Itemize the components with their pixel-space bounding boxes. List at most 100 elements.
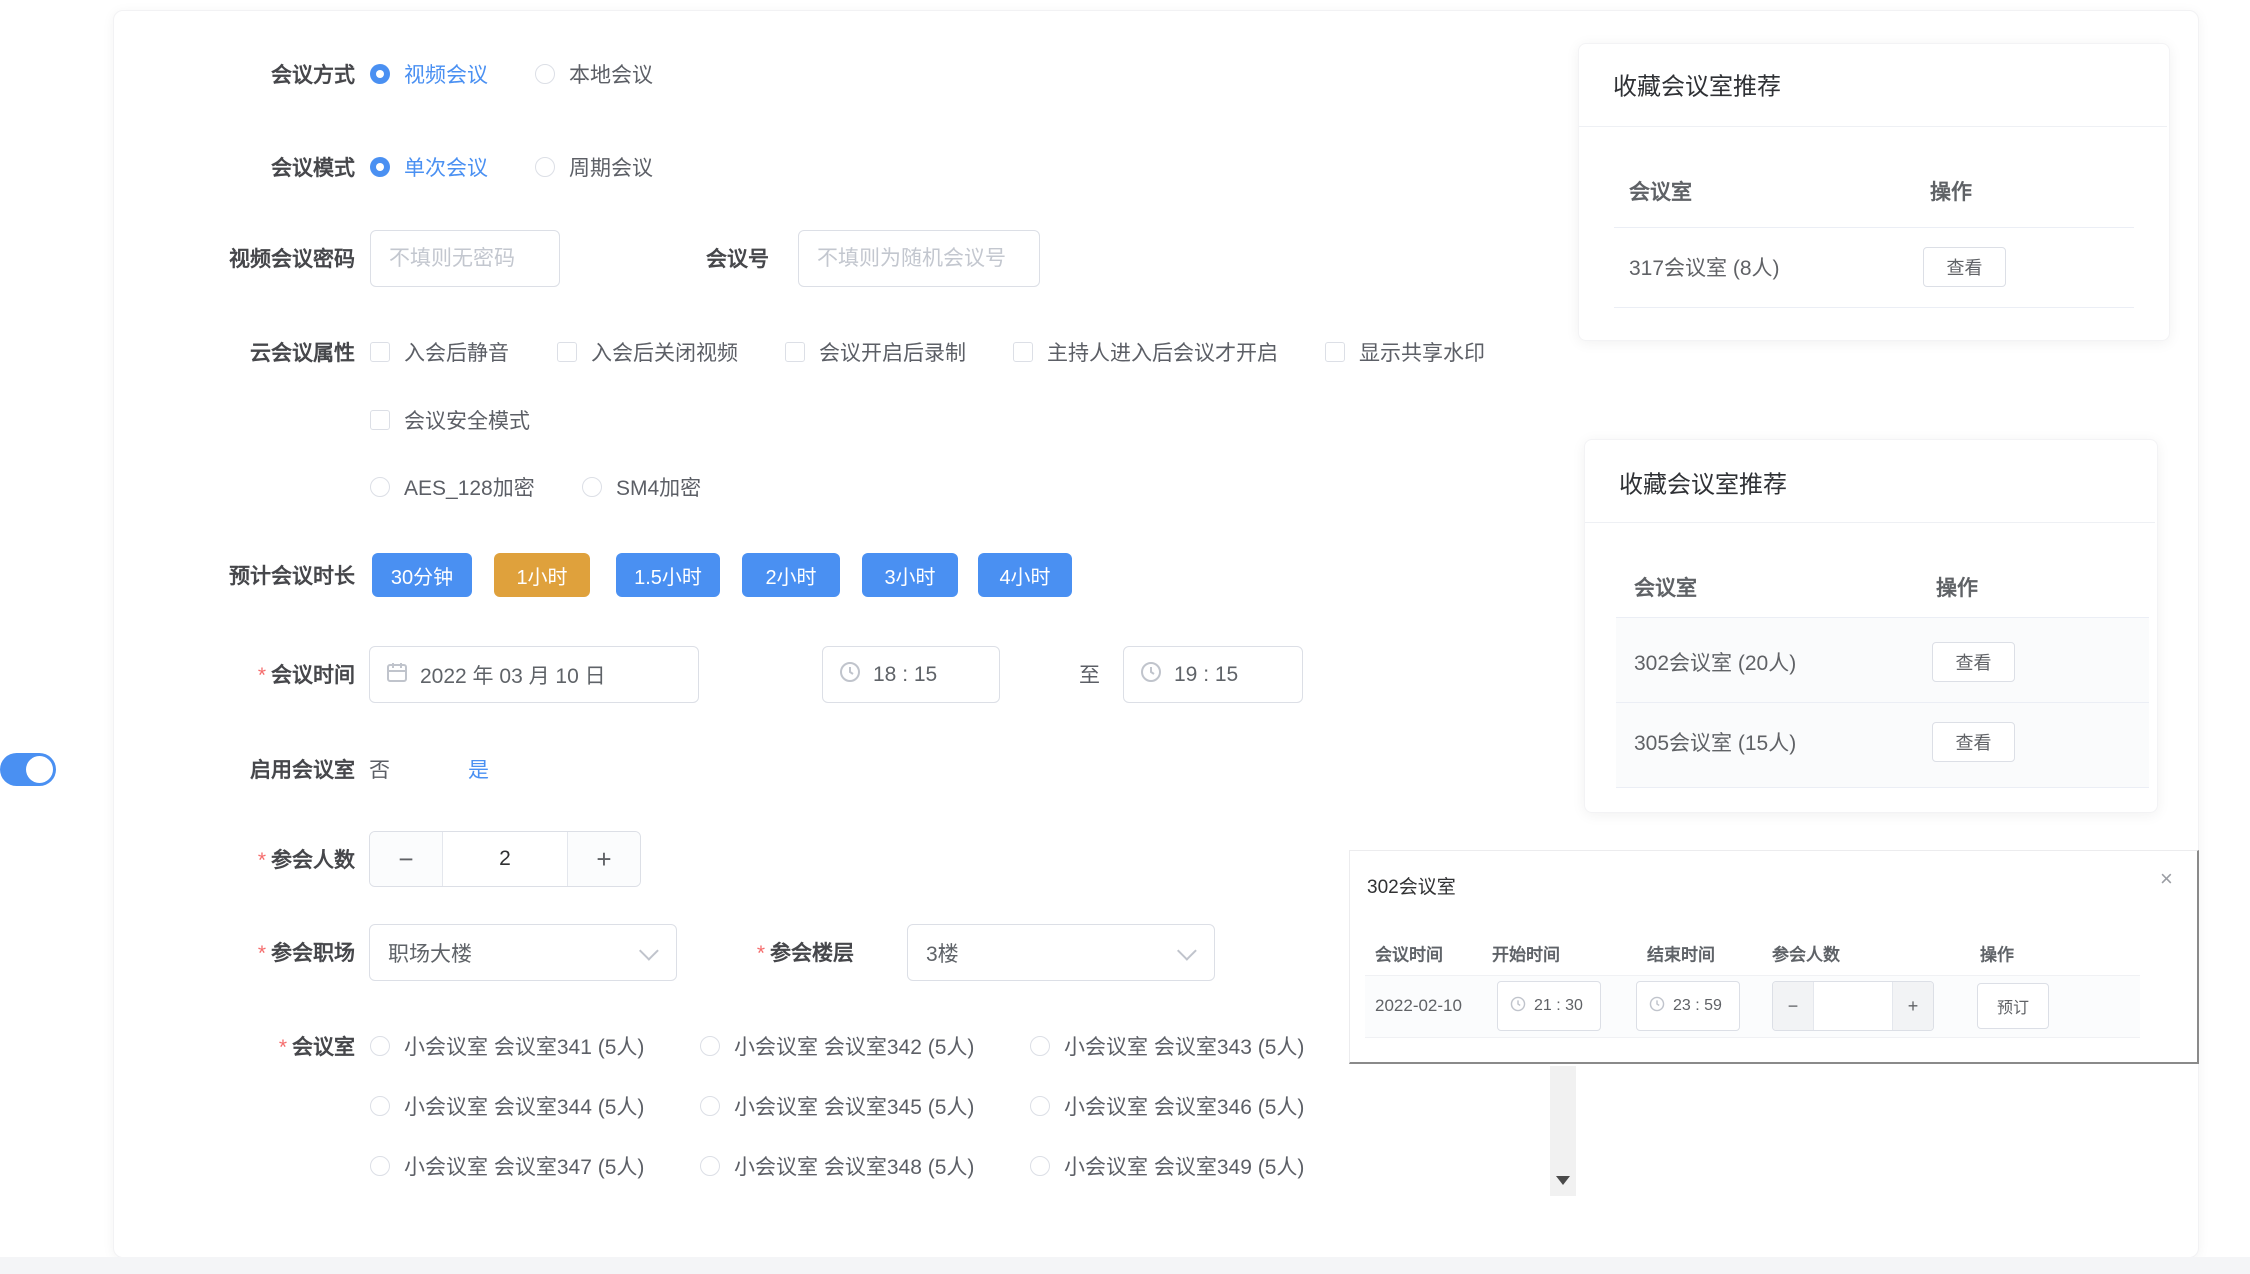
meeting-no-input[interactable]	[798, 230, 1040, 287]
radio-icon[interactable]	[1030, 1156, 1050, 1176]
scrollbar-track[interactable]	[1550, 1066, 1576, 1196]
radio-single-meeting[interactable]: 单次会议	[370, 152, 488, 182]
duration-3h-button[interactable]: 3小时	[862, 553, 958, 597]
radio-aes128[interactable]: AES_128加密	[370, 472, 535, 502]
radio-room-342[interactable]: 小会议室 会议室342 (5人)	[700, 1031, 974, 1061]
radio-icon[interactable]	[535, 157, 555, 177]
radio-room-346[interactable]: 小会议室 会议室346 (5人)	[1030, 1091, 1304, 1121]
checkbox-icon[interactable]	[1013, 342, 1033, 362]
checkbox-icon[interactable]	[370, 410, 390, 430]
radio-icon[interactable]	[370, 477, 390, 497]
checkbox-safe-mode[interactable]: 会议安全模式	[370, 405, 530, 435]
required-mark: *	[258, 942, 266, 965]
duration-label: 预计会议时长	[229, 560, 355, 590]
divider	[1579, 126, 2167, 127]
radio-cycle-meeting[interactable]: 周期会议	[535, 152, 653, 182]
meeting-mode-label: 会议模式	[271, 152, 355, 182]
radio-selected-icon[interactable]	[370, 157, 390, 177]
radio-room-345[interactable]: 小会议室 会议室345 (5人)	[700, 1091, 974, 1121]
divider	[1616, 787, 2149, 788]
workplace-value: 职场大楼	[388, 938, 472, 968]
radio-icon[interactable]	[1030, 1096, 1050, 1116]
duration-2h-button[interactable]: 2小时	[742, 553, 840, 597]
duration-4h-button[interactable]: 4小时	[978, 553, 1072, 597]
popup-attendees-input[interactable]	[1814, 981, 1892, 1031]
video-password-input[interactable]	[370, 230, 560, 287]
favorites-top-room-317: 317会议室 (8人)	[1629, 252, 1780, 282]
divider	[1614, 307, 2134, 308]
radio-local-meeting[interactable]: 本地会议	[535, 59, 653, 89]
radio-icon[interactable]	[700, 1156, 720, 1176]
radio-icon[interactable]	[582, 477, 602, 497]
calendar-icon	[386, 661, 408, 689]
view-room-305-button[interactable]: 查看	[1932, 722, 2015, 762]
popup-attendees-minus-button[interactable]: −	[1773, 982, 1814, 1030]
attendees-count-value[interactable]: 2	[443, 832, 567, 886]
checkbox-icon[interactable]	[370, 342, 390, 362]
checkbox-label: 入会后关闭视频	[591, 337, 738, 367]
meeting-time-label-text: 会议时间	[271, 664, 355, 687]
radio-icon[interactable]	[1030, 1036, 1050, 1056]
required-mark: *	[258, 849, 266, 872]
checkbox-icon[interactable]	[557, 342, 577, 362]
duration-1h-button[interactable]: 1小时	[494, 553, 590, 597]
radio-room-347[interactable]: 小会议室 会议室347 (5人)	[370, 1151, 644, 1181]
radio-sm4[interactable]: SM4加密	[582, 472, 701, 502]
close-icon[interactable]: ×	[2160, 868, 2173, 890]
radio-room-343[interactable]: 小会议室 会议室343 (5人)	[1030, 1031, 1304, 1061]
attendees-minus-button[interactable]: −	[370, 832, 443, 886]
checkbox-host-starts-meeting[interactable]: 主持人进入后会议才开启	[1013, 337, 1278, 367]
attendees-plus-button[interactable]: +	[567, 832, 640, 886]
room-option-label: 小会议室 会议室348 (5人)	[734, 1151, 974, 1181]
room-option-label: 小会议室 会议室349 (5人)	[1064, 1151, 1304, 1181]
clock-icon	[1649, 996, 1665, 1017]
enable-room-toggle[interactable]	[0, 753, 56, 786]
radio-video-meeting[interactable]: 视频会议	[370, 59, 488, 89]
radio-selected-icon[interactable]	[370, 64, 390, 84]
radio-icon[interactable]	[700, 1036, 720, 1056]
radio-room-344[interactable]: 小会议室 会议室344 (5人)	[370, 1091, 644, 1121]
radio-icon[interactable]	[370, 1036, 390, 1056]
favorites-bottom-col-action: 操作	[1936, 572, 1978, 602]
radio-video-meeting-label: 视频会议	[404, 59, 488, 89]
workplace-select[interactable]: 职场大楼	[369, 924, 677, 981]
required-mark: *	[757, 942, 765, 965]
radio-room-341[interactable]: 小会议室 会议室341 (5人)	[370, 1031, 644, 1061]
checkbox-mute-on-join[interactable]: 入会后静音	[370, 337, 509, 367]
floor-select[interactable]: 3楼	[907, 924, 1215, 981]
checkbox-icon[interactable]	[1325, 342, 1345, 362]
room-option-label: 小会议室 会议室347 (5人)	[404, 1151, 644, 1181]
radio-icon[interactable]	[700, 1096, 720, 1116]
popup-end-time-picker[interactable]: 23 : 59	[1636, 981, 1740, 1031]
duration-1-5h-button[interactable]: 1.5小时	[616, 553, 720, 597]
room-label: *会议室	[279, 1031, 355, 1061]
clock-icon	[839, 661, 861, 689]
checkbox-record-on-start[interactable]: 会议开启后录制	[785, 337, 966, 367]
attendees-label: *参会人数	[258, 844, 355, 874]
popup-attendees-stepper: − +	[1772, 981, 1934, 1031]
radio-icon[interactable]	[370, 1096, 390, 1116]
view-room-302-button[interactable]: 查看	[1932, 642, 2015, 682]
book-room-button[interactable]: 预订	[1977, 983, 2049, 1029]
popup-attendees-plus-button[interactable]: +	[1892, 982, 1933, 1030]
popup-start-time-value: 21 : 30	[1534, 997, 1583, 1015]
checkbox-share-watermark[interactable]: 显示共享水印	[1325, 337, 1485, 367]
clock-icon	[1510, 996, 1526, 1017]
view-room-317-button[interactable]: 查看	[1923, 247, 2006, 287]
radio-room-349[interactable]: 小会议室 会议室349 (5人)	[1030, 1151, 1304, 1181]
radio-room-348[interactable]: 小会议室 会议室348 (5人)	[700, 1151, 974, 1181]
radio-sm4-label: SM4加密	[616, 472, 701, 502]
video-password-label: 视频会议密码	[229, 243, 355, 273]
checkbox-icon[interactable]	[785, 342, 805, 362]
checkbox-video-off-on-join[interactable]: 入会后关闭视频	[557, 337, 738, 367]
checkbox-label: 主持人进入后会议才开启	[1047, 337, 1278, 367]
radio-icon[interactable]	[370, 1156, 390, 1176]
popup-start-time-picker[interactable]: 21 : 30	[1497, 981, 1601, 1031]
cloud-attrs-label: 云会议属性	[250, 337, 355, 367]
radio-icon[interactable]	[535, 64, 555, 84]
duration-30min-button[interactable]: 30分钟	[372, 553, 472, 597]
scrollbar-down-arrow-icon[interactable]	[1556, 1176, 1570, 1185]
end-time-picker[interactable]: 19 : 15	[1123, 646, 1303, 703]
date-picker[interactable]: 2022 年 03 月 10 日	[369, 646, 699, 703]
start-time-picker[interactable]: 18 : 15	[822, 646, 1000, 703]
